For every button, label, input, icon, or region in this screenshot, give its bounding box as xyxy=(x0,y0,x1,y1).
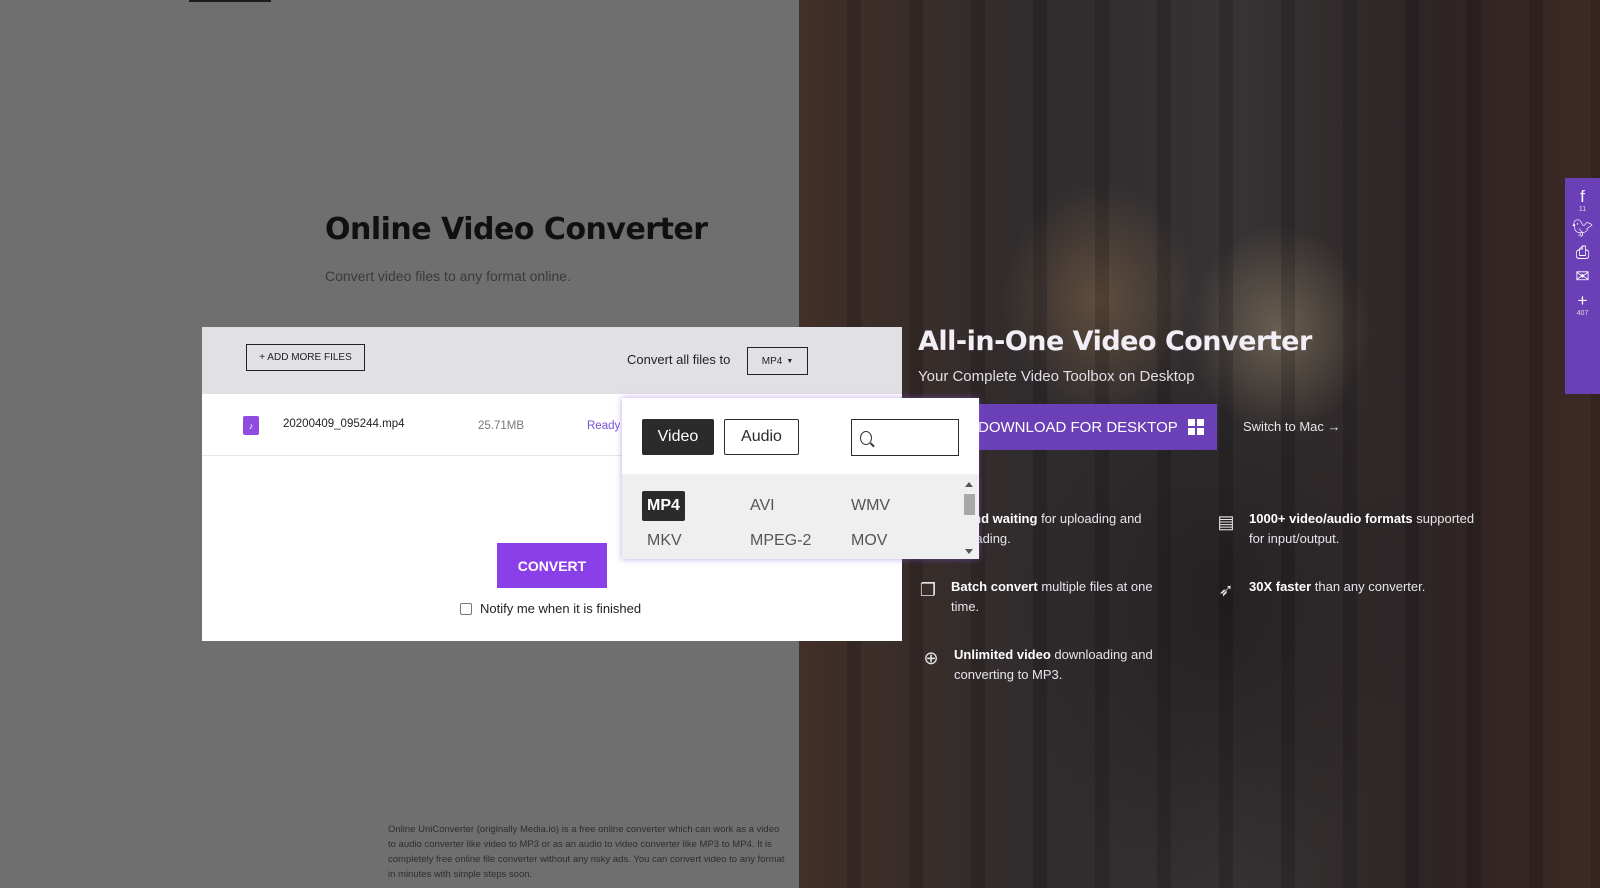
format-list-scrollbar[interactable] xyxy=(962,478,976,556)
feature-bold: Batch convert xyxy=(951,579,1038,594)
plus-icon: + xyxy=(1577,291,1588,310)
file-status: Ready xyxy=(587,420,621,432)
feature-item: ➶ 30X faster than any converter. xyxy=(1218,577,1479,600)
download-desktop-button[interactable]: DOWNLOAD FOR DESKTOP xyxy=(960,404,1217,450)
email-icon: ✉ xyxy=(1575,267,1590,286)
social-share-bar: f 11 🐦︎ ⎙ ✉ +407 xyxy=(1565,178,1600,394)
tab-audio[interactable]: Audio xyxy=(724,419,799,455)
facebook-count: 11 xyxy=(1578,206,1587,213)
feature-item: ▤ 1000+ video/audio formats supported fo… xyxy=(1217,509,1479,549)
notify-option[interactable]: Notify me when it is finished xyxy=(460,601,641,616)
hero-subtitle: Your Complete Video Toolbox on Desktop xyxy=(918,368,1195,385)
print-icon: ⎙ xyxy=(1575,243,1590,262)
format-search[interactable] xyxy=(851,419,959,456)
more-share-button[interactable]: +407 xyxy=(1565,292,1600,318)
converter-toolbar: + ADD MORE FILES Convert all files to MP… xyxy=(202,327,902,394)
notify-checkbox[interactable] xyxy=(460,602,472,615)
scroll-down-arrow-icon[interactable] xyxy=(965,549,973,554)
scroll-up-arrow-icon[interactable] xyxy=(965,482,973,487)
caret-down-icon: ▼ xyxy=(786,357,794,365)
hero-title: All-in-One Video Converter xyxy=(918,326,1312,357)
print-share-button[interactable]: ⎙ xyxy=(1565,244,1600,262)
format-option-avi[interactable]: AVI xyxy=(745,491,780,521)
share-count: 407 xyxy=(1576,310,1589,317)
file-size: 25.71MB xyxy=(478,420,525,432)
search-icon xyxy=(860,430,872,445)
format-option-mov[interactable]: MOV xyxy=(846,526,892,556)
feature-item: cond waiting for uploading and nloading. xyxy=(958,509,1188,549)
feature-item: ⊕ Unlimited video downloading and conver… xyxy=(923,645,1184,685)
format-select-value: MP4 xyxy=(761,355,783,367)
add-more-files-button[interactable]: + ADD MORE FILES xyxy=(246,344,365,371)
active-nav-indicator xyxy=(189,0,271,2)
download-icon: ⊕ xyxy=(923,648,939,668)
format-option-wmv[interactable]: WMV xyxy=(846,491,895,521)
tab-video[interactable]: Video xyxy=(642,419,714,455)
feature-bold: 30X faster xyxy=(1249,579,1312,594)
format-option-mkv[interactable]: MKV xyxy=(642,526,687,556)
facebook-icon: f xyxy=(1580,187,1585,206)
facebook-share-button[interactable]: f 11 xyxy=(1565,188,1600,214)
convert-button[interactable]: CONVERT xyxy=(497,543,607,588)
format-dropdown-header: Video Audio xyxy=(622,398,979,474)
film-icon: ▤ xyxy=(1217,512,1235,532)
twitter-icon: 🐦︎ xyxy=(1571,219,1594,238)
feature-bold: 1000+ video/audio formats xyxy=(1249,511,1413,526)
feature-item: ❐ Batch convert multiple files at one ti… xyxy=(920,577,1181,617)
page-title: Online Video Converter xyxy=(325,212,708,247)
files-icon: ❐ xyxy=(919,580,937,600)
format-option-mp4[interactable]: MP4 xyxy=(642,491,685,521)
convert-all-label: Convert all files to xyxy=(627,352,731,367)
switch-to-mac-link[interactable]: Switch to Mac → xyxy=(1243,419,1341,434)
audio-file-icon: ♪ xyxy=(243,416,259,435)
format-search-input[interactable] xyxy=(878,430,958,445)
scroll-thumb[interactable] xyxy=(964,494,975,515)
file-name: 20200409_095244.mp4 xyxy=(283,418,405,430)
format-list: MP4 AVI WMV MKV MPEG-2 MOV xyxy=(622,474,979,559)
footer-description: Online UniConverter (originally Media.io… xyxy=(388,824,785,880)
twitter-share-button[interactable]: 🐦︎ xyxy=(1565,220,1600,238)
page-subtitle: Convert video files to any format online… xyxy=(325,268,571,284)
windows-icon xyxy=(1187,419,1204,435)
download-desktop-label: DOWNLOAD FOR DESKTOP xyxy=(978,418,1178,436)
email-share-button[interactable]: ✉ xyxy=(1565,268,1600,286)
feature-bold: Unlimited video xyxy=(954,647,1051,662)
rocket-icon: ➶ xyxy=(1218,580,1234,600)
format-select[interactable]: MP4 ▼ xyxy=(747,347,808,375)
feature-text: than any converter. xyxy=(1311,579,1426,594)
format-option-mpeg2[interactable]: MPEG-2 xyxy=(745,526,816,556)
format-dropdown: Video Audio MP4 AVI WMV MKV MPEG-2 MOV xyxy=(622,398,979,559)
notify-label: Notify me when it is finished xyxy=(480,601,642,616)
